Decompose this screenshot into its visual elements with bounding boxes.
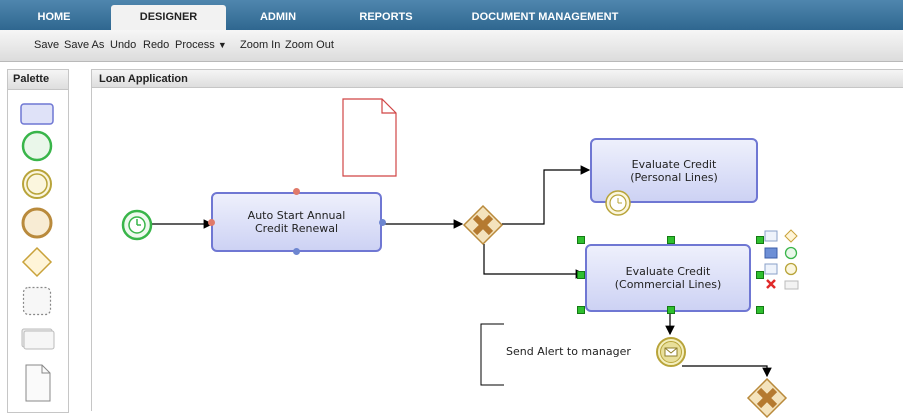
tab-admin[interactable]: ADMIN xyxy=(238,5,318,30)
change-type-icon[interactable] xyxy=(764,263,778,275)
selection-handle[interactable] xyxy=(667,236,675,244)
exclusive-gateway-icon[interactable] xyxy=(462,204,504,246)
selection-handle[interactable] xyxy=(667,306,675,314)
task-label: Auto Start Annual Credit Renewal xyxy=(247,209,346,235)
designer-toolbar: Save Save As Undo Redo Process ▼ Zoom In… xyxy=(0,30,903,62)
text-annotation[interactable]: Send Alert to manager xyxy=(506,345,631,358)
main-tab-bar: HOME DESIGNER ADMIN REPORTS DOCUMENT MAN… xyxy=(0,0,903,30)
selection-handle[interactable] xyxy=(756,271,764,279)
connection-anchor[interactable] xyxy=(379,219,386,226)
tab-home[interactable]: HOME xyxy=(15,5,93,30)
data-object-tool-icon[interactable] xyxy=(24,363,52,403)
tab-designer[interactable]: DESIGNER xyxy=(111,5,226,30)
connection-anchor[interactable] xyxy=(293,188,300,195)
end-event-tool-icon[interactable] xyxy=(21,207,53,239)
process-menu-label: Process xyxy=(175,39,215,51)
save-button[interactable]: Save xyxy=(34,39,59,51)
append-annotation-icon[interactable] xyxy=(764,230,778,242)
connection-anchor[interactable] xyxy=(293,248,300,255)
task-auto-start-credit-renewal[interactable]: Auto Start Annual Credit Renewal xyxy=(211,192,382,252)
append-intermediate-event-icon[interactable] xyxy=(784,263,798,277)
connection-anchor[interactable] xyxy=(208,219,215,226)
shape-context-menu xyxy=(764,228,804,300)
chevron-down-icon: ▼ xyxy=(217,40,227,50)
task-label: Evaluate Credit (Personal Lines) xyxy=(630,157,718,184)
timer-start-event-icon[interactable] xyxy=(121,209,153,241)
process-canvas[interactable]: Auto Start Annual Credit Renewal Evaluat… xyxy=(91,88,903,419)
task-evaluate-credit-commercial[interactable]: Evaluate Credit (Commercial Lines) xyxy=(585,244,751,312)
selection-handle[interactable] xyxy=(756,236,764,244)
delete-icon[interactable] xyxy=(764,279,778,291)
gateway-tool-icon[interactable] xyxy=(21,246,53,278)
mail-event-icon[interactable] xyxy=(655,336,687,368)
append-start-event-icon[interactable] xyxy=(784,247,798,261)
tab-document-management[interactable]: DOCUMENT MANAGEMENT xyxy=(455,5,635,30)
tab-reports[interactable]: REPORTS xyxy=(336,5,436,30)
zoom-out-button[interactable]: Zoom Out xyxy=(285,39,334,51)
document-data-object-icon[interactable] xyxy=(342,98,398,178)
append-text-annotation-icon[interactable] xyxy=(784,279,799,291)
process-menu-button[interactable]: Process ▼ xyxy=(175,39,227,51)
task-tool-icon[interactable] xyxy=(20,103,54,125)
timer-boundary-event-icon[interactable] xyxy=(604,189,632,217)
palette-title: Palette xyxy=(8,70,68,90)
selection-handle[interactable] xyxy=(577,306,585,314)
canvas-title: Loan Application xyxy=(91,69,903,88)
save-as-button[interactable]: Save As xyxy=(64,39,104,51)
append-task-icon[interactable] xyxy=(764,247,778,259)
intermediate-event-tool-icon[interactable] xyxy=(21,168,53,200)
selection-handle[interactable] xyxy=(756,306,764,314)
selection-handle[interactable] xyxy=(577,271,585,279)
append-gateway-icon[interactable] xyxy=(784,229,798,243)
exclusive-gateway-icon[interactable] xyxy=(746,377,788,419)
text-annotation-tool-icon[interactable] xyxy=(21,326,55,350)
zoom-in-button[interactable]: Zoom In xyxy=(240,39,280,51)
palette-panel: Palette xyxy=(7,69,69,413)
start-event-tool-icon[interactable] xyxy=(21,130,53,162)
task-label: Evaluate Credit (Commercial Lines) xyxy=(614,265,722,291)
redo-button[interactable]: Redo xyxy=(143,39,169,51)
subprocess-tool-icon[interactable] xyxy=(22,286,52,316)
undo-button[interactable]: Undo xyxy=(110,39,136,51)
selection-handle[interactable] xyxy=(577,236,585,244)
